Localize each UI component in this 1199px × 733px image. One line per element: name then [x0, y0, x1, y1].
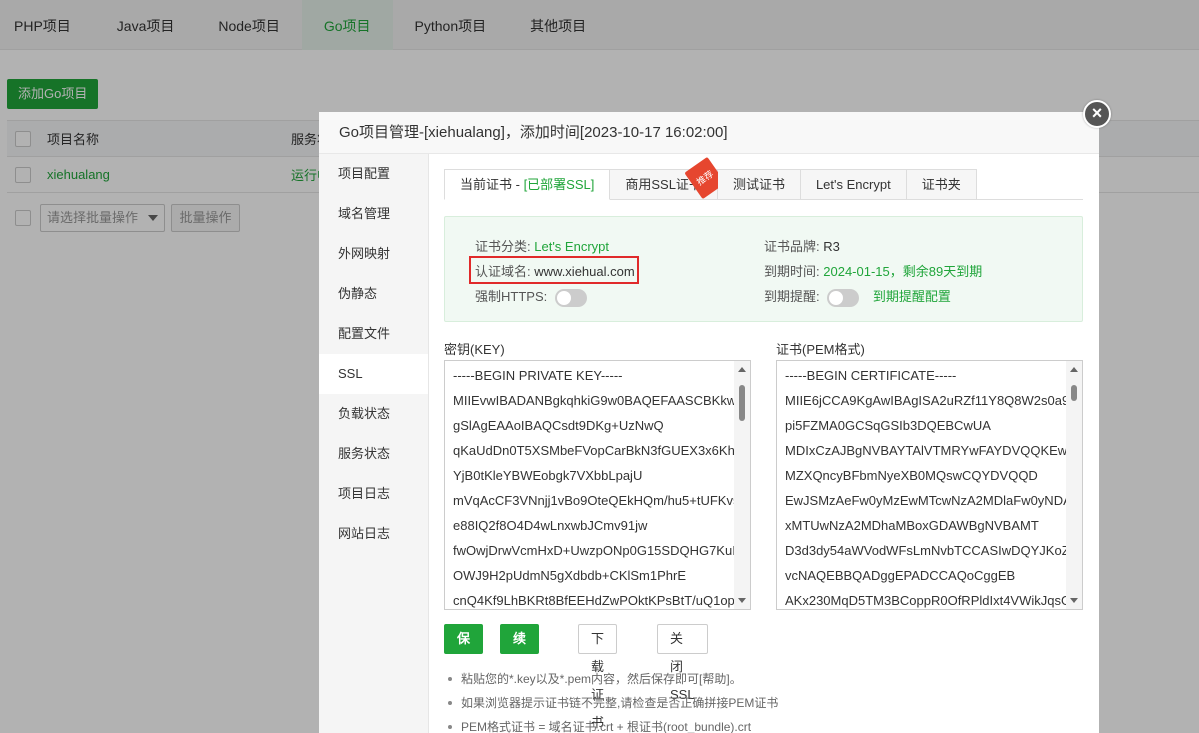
close-ssl-button[interactable]: 关闭SSL [657, 624, 708, 702]
tip-item: 如果浏览器提示证书链不完整,请检查是否正确拼接PEM证书 [444, 691, 778, 715]
force-https: 强制HTTPS: [475, 286, 587, 307]
private-key-textarea[interactable]: -----BEGIN PRIVATE KEY----- MIIEvwIBADAN… [444, 360, 751, 610]
key-line: OWJ9H2pUdmN5gXdbdb+CKlSm1PhrE [453, 568, 687, 583]
cert-line: vcNAQEBBQADggEPADCCAQoCggEB [785, 568, 1016, 583]
side-item-rewrite[interactable]: 伪静态 [319, 274, 428, 314]
force-https-label: 强制HTTPS: [475, 289, 548, 304]
scroll-thumb[interactable] [739, 385, 745, 421]
renew-cert-button[interactable]: 续签证书 [500, 624, 540, 730]
key-line: e88IQ2f8O4D4wLnxwbJCmv91jw [453, 518, 648, 533]
cert-brand-value: R3 [823, 239, 840, 254]
tip-item: PEM格式证书 = 域名证书.crt + 根证书(root_bundle).cr… [444, 715, 778, 733]
key-line: mVqAcCF3VNnjj1vBo9OteQEkHQm/hu5+tUFKv5 [453, 493, 741, 508]
expire-reminder-label: 到期提醒: [764, 289, 820, 304]
scroll-up-icon[interactable] [1070, 367, 1078, 372]
cert-info-box: 证书分类: Let's Encrypt 认证域名: www.xiehual.co… [444, 216, 1083, 322]
cert-domain-value: www.xiehual.com [534, 264, 635, 279]
expire-reminder-toggle[interactable] [827, 288, 860, 307]
dialog-side-menu: 项目配置 域名管理 外网映射 伪静态 配置文件 SSL 负载状态 服务状态 项目… [319, 154, 429, 733]
help-tips: 粘贴您的*.key以及*.pem内容，然后保存即可[帮助]。 如果浏览器提示证书… [444, 667, 778, 733]
go-project-manage-dialog: Go项目管理-[xiehualang]，添加时间[2023-10-17 16:0… [319, 112, 1099, 733]
deployed-status: [已部署SSL] [523, 177, 595, 192]
scroll-thumb[interactable] [1071, 385, 1077, 401]
side-item-service-status[interactable]: 服务状态 [319, 434, 428, 474]
side-item-site-log[interactable]: 网站日志 [319, 514, 428, 554]
cert-category-value: Let's Encrypt [534, 239, 609, 254]
cert-line: xMTUwNzA2MDhaMBoxGDAWBgNVBAMT [785, 518, 1039, 533]
scroll-down-icon[interactable] [738, 598, 746, 603]
scroll-up-icon[interactable] [738, 367, 746, 372]
side-item-external-mapping[interactable]: 外网映射 [319, 234, 428, 274]
expire-reminder: 到期提醒: 到期提醒配置 [764, 286, 951, 307]
cert-label: 证书(PEM格式) [776, 342, 865, 357]
tab-current-cert[interactable]: 当前证书 - [已部署SSL] [444, 169, 611, 200]
cert-domain: 认证域名: www.xiehual.com [475, 261, 635, 280]
cert-brand: 证书品牌: R3 [764, 236, 840, 255]
cert-line: -----BEGIN CERTIFICATE----- [785, 368, 957, 383]
force-https-toggle[interactable] [554, 288, 587, 307]
side-item-project-config[interactable]: 项目配置 [319, 154, 428, 194]
tab-current-cert-label: 当前证书 - [460, 177, 524, 192]
cert-scrollbar[interactable] [1066, 361, 1082, 609]
side-item-domain[interactable]: 域名管理 [319, 194, 428, 234]
download-cert-button[interactable]: 下载证书 [578, 624, 618, 730]
cert-category: 证书分类: Let's Encrypt [475, 236, 609, 255]
save-button[interactable]: 保存 [444, 624, 484, 674]
ssl-tabs: 当前证书 - [已部署SSL] 商用SSL证书 推荐 测试证书 Let's En… [444, 156, 1083, 200]
dialog-title: Go项目管理-[xiehualang]，添加时间[2023-10-17 16:0… [319, 112, 1099, 154]
key-label: 密钥(KEY) [444, 342, 505, 357]
key-line: gSlAgEAAoIBAQCsdt9DKg+UzNwQ [453, 418, 664, 433]
side-item-config-file[interactable]: 配置文件 [319, 314, 428, 354]
tab-cert-folder[interactable]: 证书夹 [906, 169, 977, 200]
cert-expire-label: 到期时间: [764, 264, 820, 279]
side-item-ssl[interactable]: SSL [319, 354, 428, 394]
cert-line: MIIE6jCCA9KgAwIBAgISA2uRZf11Y8Q8W2s0a90 [785, 393, 1077, 408]
cert-line: MZXQncyBFbmNyeXB0MQswCQYDVQQD [785, 468, 1038, 483]
cert-line: MDIxCzAJBgNVBAYTAlVTMRYwFAYDVQQKEw1 [785, 443, 1075, 458]
side-item-load-status[interactable]: 负载状态 [319, 394, 428, 434]
tab-commercial-ssl[interactable]: 商用SSL证书 推荐 [610, 156, 726, 200]
side-item-project-log[interactable]: 项目日志 [319, 474, 428, 514]
cert-line: EwJSMzAeFw0yMzEwMTcwNzA2MDlaFw0yNDA [785, 493, 1072, 508]
cert-category-label: 证书分类: [475, 239, 531, 254]
cert-line: AKx230MqD5TM3BCoppR0OfRPldIxt4VWikJqsG [785, 593, 1072, 608]
certificate-textarea[interactable]: -----BEGIN CERTIFICATE----- MIIE6jCCA9Kg… [776, 360, 1083, 610]
tab-lets-encrypt[interactable]: Let's Encrypt [800, 169, 907, 200]
expire-reminder-config-link[interactable]: 到期提醒配置 [873, 289, 951, 304]
cert-expire: 到期时间: 2024-01-15，剩余89天到期 [764, 261, 982, 280]
close-icon[interactable]: × [1083, 100, 1111, 128]
cert-line: D3d3dy54aWVodWFsLmNvbTCCASIwDQYJKoZIh [785, 543, 1081, 558]
key-line: fwOwjDrwVcmHxD+UwzpONp0G15SDQHG7KuI [453, 543, 736, 558]
scroll-down-icon[interactable] [1070, 598, 1078, 603]
key-line: qKaUdDn0T5XSMbeFVopCarBkN3fGUEX3x6KhIh [453, 443, 746, 458]
cert-expire-value: 2024-01-15，剩余89天到期 [823, 264, 983, 279]
key-line: cnQ4Kf9LhBKRt8BfEEHdZwPOktKPsBtT/uQ1op8 [453, 593, 743, 608]
key-scrollbar[interactable] [734, 361, 750, 609]
cert-line: pi5FZMA0GCSqGSIb3DQEBCwUA [785, 418, 991, 433]
cert-brand-label: 证书品牌: [764, 239, 820, 254]
tip-item: 粘贴您的*.key以及*.pem内容，然后保存即可[帮助]。 [444, 667, 778, 691]
key-line: YjB0tKleYBWEobgk7VXbbLpajU [453, 468, 643, 483]
ssl-panel: 当前证书 - [已部署SSL] 商用SSL证书 推荐 测试证书 Let's En… [444, 154, 1084, 733]
key-line: MIIEvwIBADANBgkqhkiG9w0BAQEFAASCBKkwg [453, 393, 744, 408]
key-line: -----BEGIN PRIVATE KEY----- [453, 368, 623, 383]
cert-domain-label: 认证域名: [475, 264, 531, 279]
tab-test-cert[interactable]: 测试证书 [717, 169, 801, 200]
